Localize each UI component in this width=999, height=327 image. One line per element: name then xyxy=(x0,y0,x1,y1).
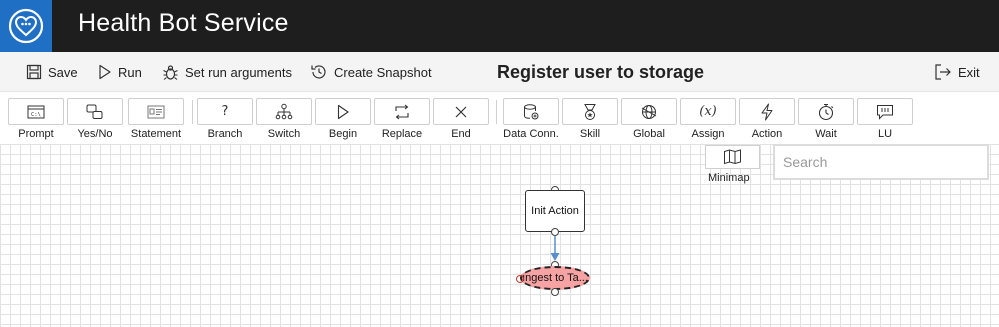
create-snapshot-label: Create Snapshot xyxy=(334,64,432,80)
assign-icon: (x) xyxy=(699,104,717,119)
tool-action[interactable]: Action xyxy=(739,98,795,144)
page-title: Register user to storage xyxy=(497,62,705,82)
tool-data-connection-box xyxy=(503,98,559,125)
end-icon xyxy=(455,106,467,117)
tool-skill-box xyxy=(562,98,618,125)
snapshot-history-icon xyxy=(311,65,326,79)
node-init-action[interactable]: Init Action xyxy=(525,190,585,232)
tool-assign[interactable]: (x) Assign xyxy=(680,98,736,144)
search-input[interactable]: Search xyxy=(773,144,989,180)
replace-icon xyxy=(395,104,409,119)
run-label: Run xyxy=(118,64,142,80)
tool-prompt-box: C:\ xyxy=(8,98,64,125)
svg-text:C:\: C:\ xyxy=(31,112,41,118)
map-icon xyxy=(723,149,741,165)
set-run-arguments-button[interactable]: Set run arguments xyxy=(162,62,292,82)
node-toolbox: C:\ Prompt Yes/No Statement ? Branch Swi… xyxy=(0,92,999,144)
exit-button[interactable]: Exit xyxy=(934,62,980,82)
tool-lu[interactable]: LU xyxy=(857,98,913,144)
yes-no-icon xyxy=(86,104,103,119)
skill-icon xyxy=(584,103,596,120)
flow-canvas[interactable]: Minimap Search Init Action Ingest to Ta.… xyxy=(0,144,999,327)
minimap-label: Minimap xyxy=(708,172,750,184)
begin-icon xyxy=(337,104,349,119)
toolbox-separator xyxy=(192,100,193,124)
node-output-port[interactable] xyxy=(551,288,559,296)
tool-lu-box xyxy=(857,98,913,125)
heart-chat-icon xyxy=(8,8,44,44)
tool-switch-box xyxy=(256,98,312,125)
node-ingest[interactable]: Ingest to Ta... xyxy=(520,266,590,290)
tool-replace-box xyxy=(374,98,430,125)
save-icon xyxy=(26,64,42,80)
save-button[interactable]: Save xyxy=(26,62,78,82)
create-snapshot-button[interactable]: Create Snapshot xyxy=(310,62,432,82)
tool-replace[interactable]: Replace xyxy=(374,98,430,144)
lu-icon xyxy=(877,104,893,120)
tool-statement[interactable]: Statement xyxy=(128,98,184,144)
wait-icon xyxy=(818,103,834,120)
tool-switch[interactable]: Switch xyxy=(256,98,312,144)
set-run-arguments-label: Set run arguments xyxy=(185,64,292,80)
exit-icon xyxy=(935,64,951,80)
tool-statement-box xyxy=(128,98,184,125)
tool-wait[interactable]: Wait xyxy=(798,98,854,144)
tool-begin-box xyxy=(315,98,371,125)
tool-prompt[interactable]: C:\ Prompt xyxy=(8,98,64,144)
statement-icon xyxy=(147,105,165,118)
save-label: Save xyxy=(48,64,78,80)
minimap-button[interactable] xyxy=(705,145,760,169)
run-button[interactable]: Run xyxy=(98,62,142,82)
health-bot-logo[interactable] xyxy=(0,0,52,52)
tool-label: LU xyxy=(877,128,893,140)
switch-icon xyxy=(275,103,293,119)
action-icon xyxy=(761,103,773,120)
tool-label: End xyxy=(451,128,471,140)
tool-branch[interactable]: ? Branch xyxy=(197,98,253,144)
tool-branch-box: ? xyxy=(197,98,253,125)
app-header: Health Bot Service xyxy=(0,0,999,52)
tool-label: Statement xyxy=(130,128,182,140)
tool-yes-no-box xyxy=(67,98,123,125)
toolbox-separator xyxy=(496,100,497,124)
tool-data-connection[interactable]: Data Conn. xyxy=(503,98,559,144)
prompt-icon: C:\ xyxy=(27,105,45,118)
tool-wait-box xyxy=(798,98,854,125)
tool-assign-box: (x) xyxy=(680,98,736,125)
tool-skill[interactable]: Skill xyxy=(562,98,618,144)
tool-global-box xyxy=(621,98,677,125)
command-bar: Save Run Set run arguments Create Snapsh… xyxy=(0,52,999,92)
tool-action-box xyxy=(739,98,795,125)
node-error-port[interactable] xyxy=(516,275,524,283)
app-title: Health Bot Service xyxy=(78,9,289,37)
bug-icon xyxy=(163,64,178,80)
data-connection-icon xyxy=(524,103,539,119)
play-icon xyxy=(99,64,111,80)
tool-yes-no[interactable]: Yes/No xyxy=(67,98,123,144)
tool-end-box xyxy=(433,98,489,125)
branch-icon: ? xyxy=(221,104,229,119)
tool-end[interactable]: End xyxy=(433,98,489,144)
node-output-port[interactable] xyxy=(551,228,559,236)
global-icon xyxy=(641,104,657,119)
tool-global[interactable]: Global xyxy=(621,98,677,144)
tool-begin[interactable]: Begin xyxy=(315,98,371,144)
exit-label: Exit xyxy=(958,64,980,80)
